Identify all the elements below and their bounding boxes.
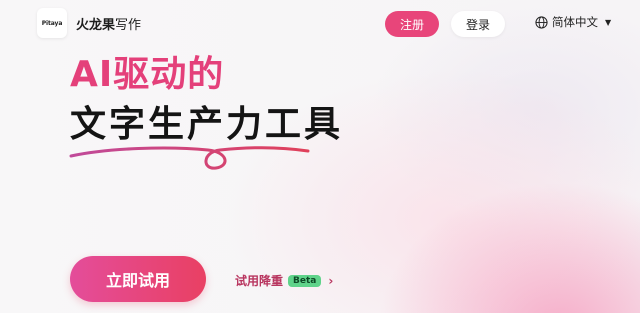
caret-down-icon: ▼	[605, 17, 612, 27]
login-button[interactable]: 登录	[451, 11, 505, 37]
decorative-squiggle	[69, 146, 310, 170]
logo-text: Pitaya	[41, 19, 63, 27]
headline-line-1: AI驱动的	[70, 54, 225, 95]
globe-icon	[535, 15, 548, 29]
try-rewrite-link[interactable]: 试用降重 Beta ›	[235, 272, 333, 289]
try-now-button[interactable]: 立即试用	[70, 256, 206, 302]
language-label: 简体中文	[552, 15, 598, 29]
try-rewrite-label: 试用降重	[235, 274, 284, 288]
top-navigation: Pitaya 火龙果写作 注册 登录 简体中文 ▼	[0, 0, 640, 48]
brand-name[interactable]: 火龙果写作	[76, 14, 141, 33]
beta-badge: Beta	[288, 274, 322, 287]
brand-name-main: 火龙果	[76, 18, 116, 33]
brand-name-suffix: 写作	[115, 18, 142, 33]
chevron-right-icon: ›	[328, 273, 334, 288]
language-selector[interactable]: 简体中文 ▼	[535, 14, 611, 30]
logo[interactable]: Pitaya	[37, 8, 67, 38]
register-button[interactable]: 注册	[385, 11, 439, 37]
